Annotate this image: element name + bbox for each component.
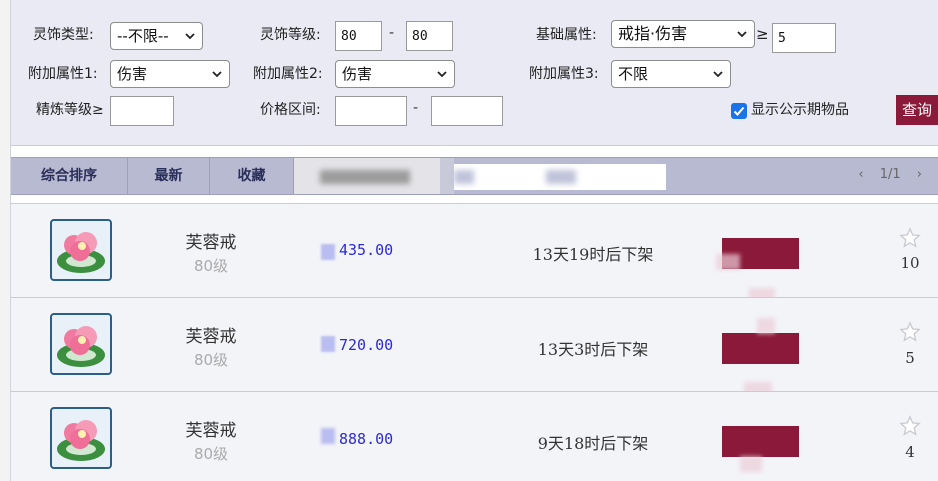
show-public-checkbox[interactable] (731, 103, 747, 119)
tab-comprehensive-sort[interactable]: 综合排序 (11, 158, 128, 194)
base-attr-select[interactable]: 戒指·伤害 (611, 20, 755, 48)
base-attr-operator: ≥ (756, 25, 769, 43)
lotus-ring-icon[interactable] (50, 219, 112, 281)
item-name: 芙蓉戒 (185, 327, 237, 347)
base-attr-select-value: 戒指·伤害 (618, 24, 688, 43)
item-list: 芙蓉戒 80级 435.00 13天19时后下架 10 芙蓉戒 80级 720.… (11, 203, 938, 481)
time-left: 13天3时后下架 (537, 340, 649, 359)
refine-input[interactable] (110, 96, 174, 126)
price-max-input[interactable] (431, 96, 503, 126)
list-item[interactable]: 芙蓉戒 80级 720.00 13天3时后下架 5 (11, 297, 938, 394)
level-label: 灵饰等级: (260, 27, 321, 43)
pager-next-button[interactable]: › (917, 167, 922, 182)
chevron-down-icon (437, 71, 447, 78)
favorite-count: 4 (905, 443, 915, 461)
chevron-down-icon (185, 33, 195, 40)
star-icon[interactable] (899, 321, 921, 343)
filter-panel: 灵饰类型: --不限-- 灵饰等级: - 基础属性: 戒指·伤害 ≥ 附加属性1… (11, 0, 938, 146)
extra1-select[interactable]: 伤害 (110, 60, 230, 88)
pager: ‹ 1/1 › (852, 167, 928, 182)
type-select-value: --不限-- (117, 27, 169, 45)
buy-button[interactable] (722, 426, 799, 457)
item-price: 435.00 (339, 241, 394, 259)
pager-prev-button[interactable]: ‹ (858, 167, 863, 182)
item-price: 888.00 (339, 430, 394, 448)
extra2-label: 附加属性2: (253, 66, 323, 82)
lotus-ring-icon[interactable] (50, 313, 112, 375)
currency-icon (321, 244, 335, 260)
type-select[interactable]: --不限-- (110, 22, 203, 50)
pager-text: 1/1 (879, 167, 901, 182)
star-icon[interactable] (899, 227, 921, 249)
level-min-input[interactable] (335, 21, 382, 51)
item-price: 720.00 (339, 336, 394, 354)
currency-icon (321, 428, 335, 444)
item-name: 芙蓉戒 (185, 421, 237, 441)
favorite-count: 10 (900, 254, 920, 272)
redacted-tab[interactable] (294, 158, 440, 194)
left-edge-strip (0, 0, 11, 481)
price-label: 价格区间: (260, 102, 321, 118)
redacted-search-area[interactable] (454, 164, 666, 190)
checkmark-icon (733, 106, 745, 116)
price-separator: - (413, 100, 419, 116)
list-item[interactable]: 芙蓉戒 80级 435.00 13天19时后下架 10 (11, 203, 938, 302)
extra3-select[interactable]: 不限 (611, 60, 731, 88)
tab-divider (440, 158, 454, 194)
chevron-down-icon (737, 31, 747, 38)
tab-favorites[interactable]: 收藏 (210, 158, 294, 194)
redacted-overlay (716, 254, 740, 270)
query-button[interactable]: 查询 (896, 95, 938, 125)
extra3-select-value: 不限 (618, 65, 649, 83)
extra1-select-value: 伤害 (117, 65, 148, 83)
base-attr-min-input[interactable] (772, 23, 836, 53)
extra3-label: 附加属性3: (529, 66, 599, 82)
item-level: 80级 (193, 257, 229, 275)
lotus-ring-icon (57, 420, 105, 461)
base-attr-label: 基础属性: (536, 27, 597, 43)
star-icon[interactable] (899, 415, 921, 437)
price-min-input[interactable] (335, 96, 407, 126)
item-level: 80级 (193, 351, 229, 369)
type-label: 灵饰类型: (33, 27, 94, 43)
tab-latest[interactable]: 最新 (128, 158, 210, 194)
redacted-overlay (740, 456, 762, 472)
time-left: 9天18时后下架 (537, 434, 649, 453)
lotus-ring-icon (57, 232, 105, 273)
chevron-down-icon (212, 71, 222, 78)
redacted-overlay (757, 318, 775, 334)
time-left: 13天19时后下架 (532, 245, 654, 264)
buy-button[interactable] (722, 333, 799, 364)
item-level: 80级 (193, 445, 229, 463)
item-name: 芙蓉戒 (185, 233, 237, 253)
level-separator: - (389, 25, 395, 41)
lotus-ring-icon[interactable] (50, 407, 112, 469)
currency-icon (321, 336, 335, 352)
lotus-ring-icon (57, 326, 105, 367)
favorite-count: 5 (905, 349, 915, 367)
extra1-label: 附加属性1: (28, 66, 98, 82)
extra2-select-value: 伤害 (342, 65, 373, 83)
list-item[interactable]: 芙蓉戒 80级 888.00 9天18时后下架 4 (11, 391, 938, 481)
level-max-input[interactable] (406, 21, 453, 51)
refine-label: 精炼等级≥ (36, 102, 104, 118)
chevron-down-icon (713, 71, 723, 78)
sort-tab-bar: 综合排序 最新 收藏 ‹ 1/1 › (11, 157, 938, 195)
extra2-select[interactable]: 伤害 (335, 60, 455, 88)
show-public-label[interactable]: 显示公示期物品 (751, 100, 849, 120)
